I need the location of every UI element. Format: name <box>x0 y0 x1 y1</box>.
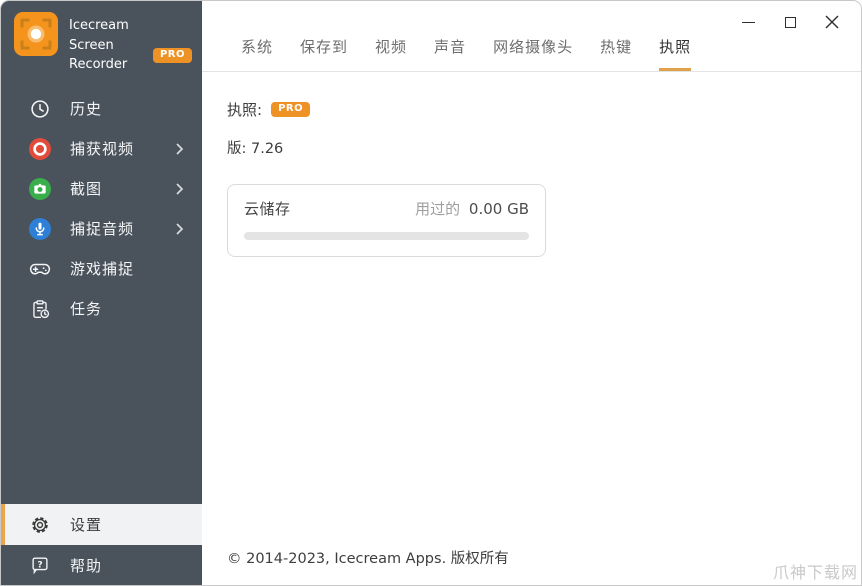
clock-icon <box>28 97 52 121</box>
sidebar-item-capture-audio[interactable]: 捕捉音频 <box>1 209 202 249</box>
sidebar-item-label: 截图 <box>70 180 103 199</box>
sidebar-item-label: 任务 <box>70 300 103 319</box>
gear-icon <box>28 513 52 537</box>
tab-video[interactable]: 视频 <box>375 36 407 71</box>
settings-tabbar: 系统 保存到 视频 声音 网络摄像头 热键 执照 <box>202 1 861 72</box>
gamepad-icon <box>28 257 52 281</box>
app-window: Icecream Screen Recorder PRO 历史 捕获视频 截图 … <box>0 0 862 586</box>
sidebar-item-label: 帮助 <box>70 556 103 575</box>
license-panel: 执照: PRO 版: 7.26 云储存 用过的 0.00 GB © 2014-2… <box>202 72 861 585</box>
chevron-right-icon <box>174 143 186 155</box>
app-title-line1: Icecream <box>69 18 129 33</box>
storage-used-value: 0.00 GB <box>468 200 529 218</box>
sidebar-item-capture-video[interactable]: 捕获视频 <box>1 129 202 169</box>
sidebar-item-tasks[interactable]: 任务 <box>1 289 202 329</box>
svg-text:?: ? <box>37 559 42 570</box>
app-title-line2: Screen Recorder <box>69 37 128 73</box>
microphone-icon <box>28 217 52 241</box>
app-title: Icecream Screen Recorder PRO <box>69 12 192 75</box>
sidebar-item-game-capture[interactable]: 游戏捕捉 <box>1 249 202 289</box>
license-pro-badge: PRO <box>271 102 311 117</box>
license-label: 执照: <box>227 101 263 119</box>
sidebar-item-label: 游戏捕捉 <box>70 260 135 279</box>
sidebar-item-settings[interactable]: 设置 <box>1 504 202 545</box>
watermark-text: 爪神下载网 <box>772 563 858 582</box>
sidebar-item-label: 历史 <box>70 100 103 119</box>
content-area: 系统 保存到 视频 声音 网络摄像头 热键 执照 执照: PRO 版: 7.26… <box>202 1 861 585</box>
tab-audio[interactable]: 声音 <box>434 36 466 71</box>
sidebar-item-label: 捕获视频 <box>70 140 135 159</box>
tab-save-to[interactable]: 保存到 <box>300 36 348 71</box>
sidebar-menu: 历史 捕获视频 截图 捕捉音频 游戏捕捉 任务 <box>1 89 202 329</box>
chevron-right-icon <box>174 223 186 235</box>
app-logo-icon <box>14 12 58 60</box>
sidebar-item-label: 设置 <box>70 516 103 534</box>
pro-badge: PRO <box>152 47 192 63</box>
tab-license[interactable]: 执照 <box>659 36 692 71</box>
help-icon: ? <box>28 553 52 577</box>
tab-hotkeys[interactable]: 热键 <box>600 36 632 71</box>
storage-used-text: 用过的 0.00 GB <box>415 198 529 219</box>
tab-system[interactable]: 系统 <box>241 36 273 71</box>
copyright-text: © 2014-2023, Icecream Apps. 版权所有 <box>227 551 509 567</box>
sidebar-item-label: 捕捉音频 <box>70 220 135 239</box>
cloud-storage-card: 云储存 用过的 0.00 GB <box>227 184 546 257</box>
tasks-icon <box>28 297 52 321</box>
sidebar: Icecream Screen Recorder PRO 历史 捕获视频 截图 … <box>1 1 202 585</box>
camera-icon <box>28 177 52 201</box>
sidebar-bottom: 设置 ? 帮助 <box>1 504 202 585</box>
sidebar-item-history[interactable]: 历史 <box>1 89 202 129</box>
app-brand: Icecream Screen Recorder PRO <box>1 1 202 75</box>
chevron-right-icon <box>174 183 186 195</box>
tab-webcam[interactable]: 网络摄像头 <box>493 36 573 71</box>
storage-progress-bar <box>244 232 529 240</box>
storage-used-label: 用过的 <box>415 200 461 218</box>
cloud-storage-title: 云储存 <box>244 200 291 218</box>
sidebar-item-help[interactable]: ? 帮助 <box>1 545 202 585</box>
version-text: 版: 7.26 <box>227 141 284 157</box>
sidebar-item-screenshot[interactable]: 截图 <box>1 169 202 209</box>
license-status-row: 执照: PRO <box>227 99 861 120</box>
record-icon <box>28 137 52 161</box>
